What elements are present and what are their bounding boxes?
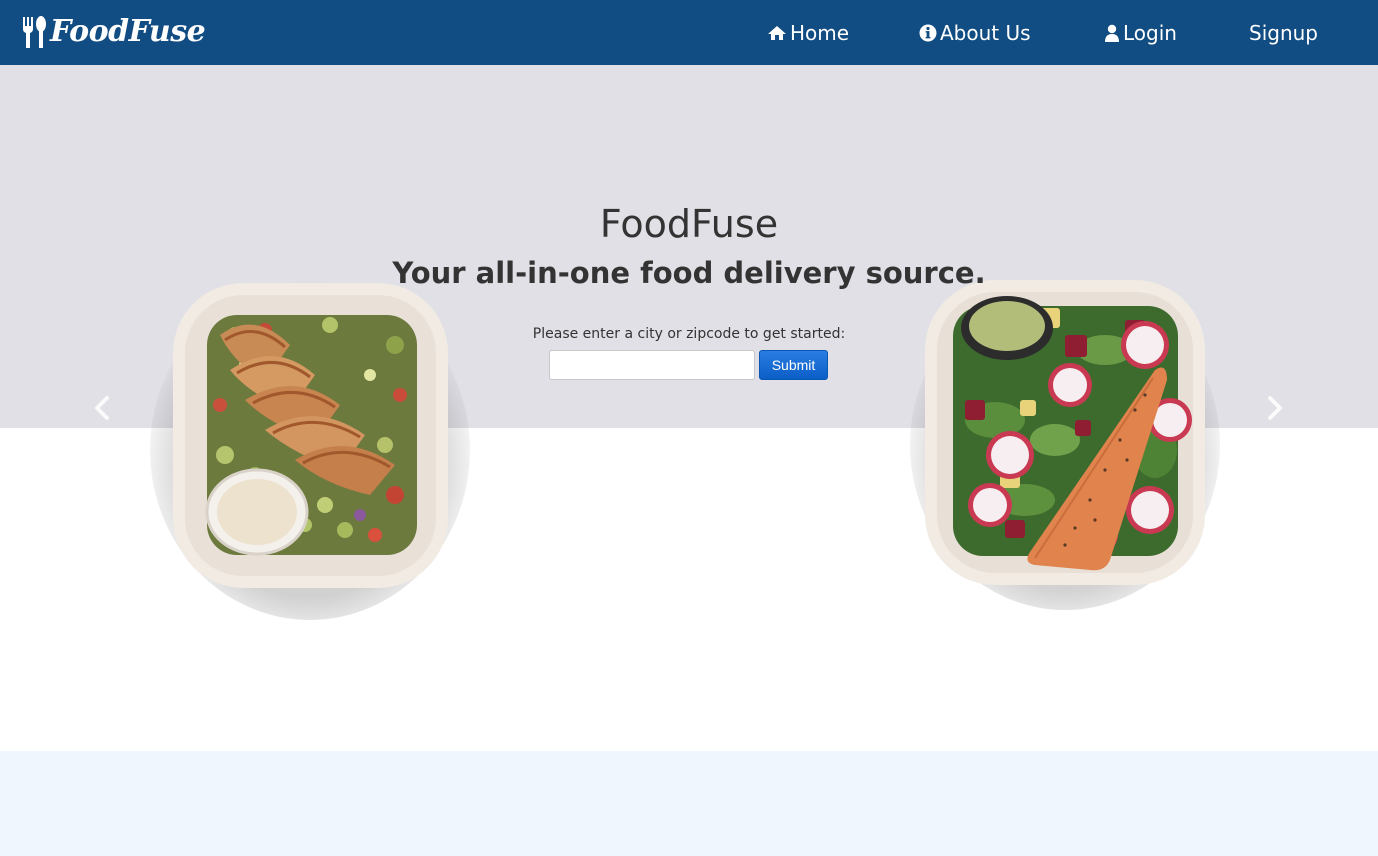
brand-name: FoodFuse: [50, 14, 206, 49]
user-icon: [1105, 24, 1119, 42]
nav-about-label: About Us: [940, 20, 1031, 45]
chevron-right-icon[interactable]: [1263, 395, 1287, 421]
nav-login-label: Login: [1123, 20, 1177, 45]
footer-band: [0, 751, 1378, 856]
location-input[interactable]: [549, 350, 755, 380]
hero-subtitle: Your all-in-one food delivery source.: [392, 256, 986, 290]
home-icon: [768, 25, 786, 40]
hero-title: FoodFuse: [599, 202, 779, 246]
nav-signup-label: Signup: [1249, 20, 1318, 45]
chevron-left-icon[interactable]: [90, 395, 114, 421]
salmon-bowl-image: [910, 280, 1220, 610]
nav-about-us[interactable]: About Us: [919, 0, 1031, 65]
nav-signup[interactable]: Signup: [1249, 0, 1318, 65]
nav-home-label: Home: [790, 20, 850, 45]
brand-logo[interactable]: FoodFuse: [22, 12, 206, 52]
fork-spoon-icon: [23, 16, 46, 48]
location-prompt: Please enter a city or zipcode to get st…: [532, 326, 846, 342]
info-icon: [919, 24, 937, 41]
nav-login[interactable]: Login: [1104, 0, 1177, 65]
navbar: FoodFuse Home About Us Login Signup: [0, 0, 1378, 65]
chicken-bowl-image: [150, 280, 470, 620]
nav-home[interactable]: Home: [767, 0, 849, 65]
submit-button[interactable]: Submit: [759, 350, 828, 380]
